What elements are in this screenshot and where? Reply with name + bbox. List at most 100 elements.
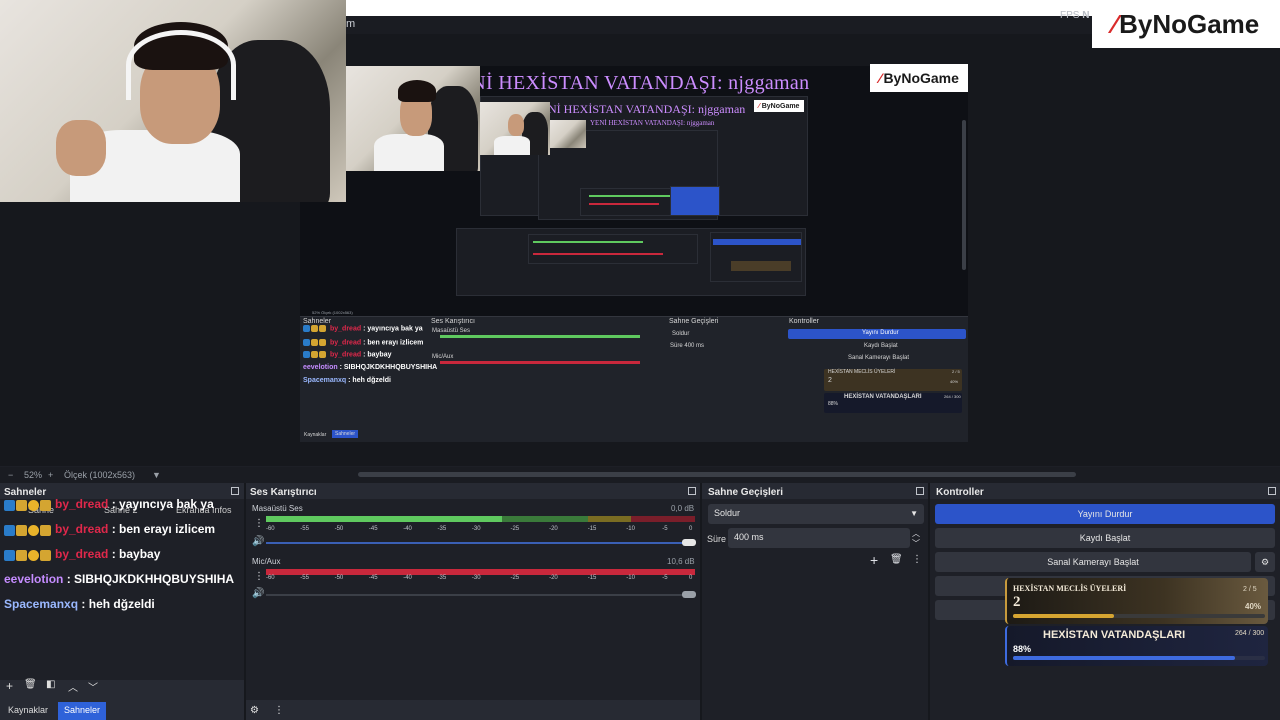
nested-duration: Süre 400 ms	[670, 343, 705, 349]
move-down-icon[interactable]: ﹀	[88, 679, 98, 694]
scenes-dock: Sahneler Sahne Sahne 2 Ekranda Infos by_…	[0, 483, 246, 720]
webcam-feed	[0, 0, 346, 202]
chat-line: by_dread : baybay	[4, 547, 160, 562]
chat-line: Spacemanxq : heh dğzeldi	[4, 597, 155, 611]
nested-chat-line: Spacemanxq : heh dğzeldi	[303, 377, 391, 384]
add-icon[interactable]: +	[6, 679, 13, 693]
card2-percent: 88%	[1013, 644, 1032, 654]
track-db-desktop: 0,0 dB	[671, 504, 695, 513]
dock-tabs: Kaynaklar Sahneler	[0, 700, 244, 720]
fps-label: FPS N	[1060, 10, 1090, 21]
move-up-icon[interactable]: ︿	[68, 679, 78, 694]
nested-start-record: Kaydı Başlat	[864, 343, 898, 349]
card1-title: HEXİSTAN MECLİS ÜYELERİ	[1013, 584, 1127, 593]
filter-icon[interactable]: ◧	[46, 679, 55, 690]
volume-slider-knob[interactable]	[682, 539, 696, 546]
meter-scale-desktop: -60 -55 -50 -45 -40 -35 -30 -25 -20 -15 -10 -5 0	[265, 526, 693, 532]
preview-vertical-scrollbar[interactable]	[962, 120, 966, 270]
card1-percent: 40%	[1245, 602, 1262, 611]
nested-mic: Mic/Aux	[432, 354, 454, 360]
start-record-button[interactable]: Kaydı Başlat	[935, 528, 1275, 548]
zoom-out-button[interactable]: −	[8, 470, 13, 480]
track-db-mic: 10,6 dB	[667, 557, 695, 566]
float-dock-icon[interactable]	[688, 487, 696, 495]
nested-card1-count: 2 / 5	[952, 369, 960, 374]
trash-icon[interactable]: 🗑	[24, 679, 37, 690]
nested-scenes-tab: Sahneler	[332, 430, 359, 438]
trash-icon[interactable]: 🗑	[890, 554, 903, 565]
transitions-title: Sahne Geçişleri	[708, 487, 784, 498]
virtual-camera-button[interactable]: Sanal Kamerayı Başlat	[935, 552, 1251, 572]
tab-sources[interactable]: Kaynaklar	[2, 702, 54, 720]
citizens-card: HEXİSTAN VATANDAŞLARI 264 / 300 88%	[1005, 626, 1268, 666]
mixer-settings-icon[interactable]: ⚙	[250, 705, 259, 716]
volume-slider-desktop[interactable]	[266, 542, 695, 544]
bynogame-logo: ⁄ ByNoGame	[1092, 0, 1280, 48]
chat-badges	[4, 523, 52, 537]
bynogame-logo-tiny: ⁄ ByNoGame	[754, 100, 804, 112]
webcam-feed-nested	[346, 66, 480, 171]
stop-stream-button[interactable]: Yayını Durdur	[935, 504, 1275, 524]
nested-sources-tab: Kaynaklar	[304, 432, 327, 438]
volume-slider-knob[interactable]	[682, 591, 696, 598]
chat-line: eevelotion : SIBHQJKDKHHQBUYSHIHA	[4, 572, 235, 586]
nested-chat-line: eevelotion : SIBHQJKDKHHQBUYSHIHA	[303, 364, 438, 371]
nested-card1-title: HEXİSTAN MECLİS ÜYELERİ	[828, 369, 896, 375]
scale-label[interactable]: Ölçek (1002x563)	[64, 470, 135, 480]
volume-slider-mic[interactable]	[266, 594, 695, 596]
nested-transitions-title: Sahne Geçişleri	[669, 318, 719, 325]
nested-chat-line: by_dread : baybay	[303, 351, 391, 359]
nested-mixer-title: Ses Karıştırıcı	[431, 318, 475, 325]
nested-fade: Soldur	[672, 331, 690, 337]
nested-desktop-audio: Masaüstü Ses	[432, 328, 471, 334]
alert-headline: YENİ HEXİSTAN VATANDAŞI: njggaman	[444, 72, 810, 94]
track-menu-icon[interactable]: ⋮	[254, 518, 264, 529]
scale-dropdown-icon[interactable]: ▼	[152, 470, 161, 480]
controls-title: Kontroller	[936, 487, 984, 498]
nested-scenes-title: Sahneler	[303, 318, 332, 325]
card2-progress-fill	[1013, 656, 1235, 660]
bynogame-logo-small: ⁄ ByNoGame	[870, 64, 968, 92]
tab-scenes[interactable]: Sahneler	[58, 702, 107, 720]
nested-dock-mixer	[428, 316, 666, 442]
nested-card1-pct: 40%	[950, 379, 959, 384]
transition-select[interactable]: Soldur ▼	[708, 504, 924, 524]
nested-controls-title: Kontroller	[789, 318, 819, 325]
speaker-icon[interactable]: 🔊	[252, 588, 264, 599]
card2-title: HEXİSTAN VATANDAŞLARI	[1043, 629, 1186, 641]
transition-menu-icon[interactable]: ⋮	[912, 554, 922, 565]
track-menu-icon[interactable]: ⋮	[254, 571, 264, 582]
webcam-feed-nested-2	[480, 102, 550, 155]
chat-badges	[4, 498, 52, 512]
zoom-level[interactable]: 52%	[24, 470, 42, 480]
add-transition-icon[interactable]: +	[870, 552, 878, 568]
chevron-down-icon: ▼	[910, 509, 918, 518]
float-dock-icon[interactable]	[916, 487, 924, 495]
chat-line: by_dread : yayıncıya bak ya	[4, 497, 214, 512]
duration-stepper-down-icon[interactable]: ﹀	[912, 538, 920, 549]
speaker-icon[interactable]: 🔊	[252, 536, 264, 547]
webcam-feed-nested-3	[550, 120, 586, 148]
nested-preview-6	[528, 234, 698, 264]
gear-icon: ⚙	[1260, 556, 1270, 567]
virtual-camera-settings-button[interactable]: ⚙	[1255, 552, 1275, 572]
card1-count: 2 / 5	[1243, 586, 1257, 593]
track-name-mic: Mic/Aux	[252, 557, 281, 566]
council-members-card: HEXİSTAN MECLİS ÜYELERİ 2 / 5 2 40%	[1005, 578, 1268, 624]
duration-input[interactable]: 400 ms	[728, 528, 910, 548]
nested-virtual-cam: Sanal Kamerayı Başlat	[848, 355, 910, 361]
mixer-menu-icon[interactable]: ⋮	[274, 705, 284, 716]
float-dock-icon[interactable]	[231, 487, 239, 495]
mixer-title: Ses Karıştırıcı	[250, 487, 317, 498]
menu-fragment[interactable]: m	[346, 18, 355, 30]
preview-horizontal-scrollbar[interactable]	[358, 472, 1076, 477]
nested-card2-pct: 88%	[828, 401, 839, 407]
duration-label: Süre	[707, 534, 727, 544]
zoom-in-button[interactable]: +	[48, 470, 53, 480]
chat-badges	[4, 548, 52, 562]
float-dock-icon[interactable]	[1268, 487, 1276, 495]
card2-count: 264 / 300	[1235, 630, 1265, 637]
nested-card2-title: HEXİSTAN VATANDAŞLARI	[844, 394, 922, 400]
alert-headline-small: YENİ HEXİSTAN VATANDAŞI: njggaman	[532, 102, 746, 116]
nested-chat-line: by_dread : yayıncıya bak ya	[303, 325, 423, 333]
